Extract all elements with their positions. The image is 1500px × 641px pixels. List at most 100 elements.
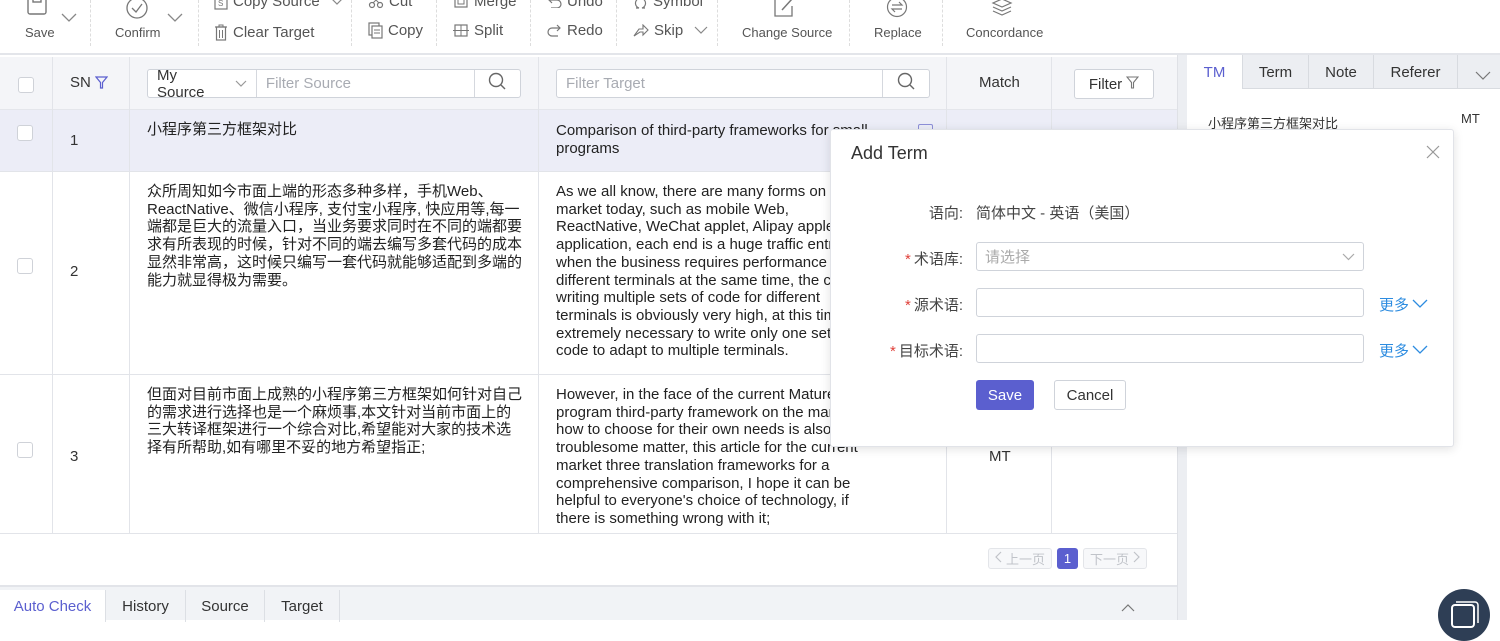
tab-auto-check[interactable]: Auto Check: [0, 590, 106, 622]
redo-icon: [547, 24, 562, 38]
source-text[interactable]: 小程序第三方框架对比: [147, 121, 522, 139]
skip-arrow-icon: [633, 23, 649, 38]
symbol-button[interactable]: Symbol: [633, 0, 703, 10]
split-button[interactable]: Split: [453, 22, 503, 39]
expand-panel-chevron-icon[interactable]: [1121, 599, 1135, 617]
copy-button[interactable]: Copy: [368, 22, 423, 39]
more-label: 更多: [1379, 297, 1410, 314]
dialog-cancel-button[interactable]: Cancel: [1054, 380, 1126, 410]
source-term-more-link[interactable]: 更多: [1379, 294, 1428, 315]
save-label: Save: [25, 25, 55, 40]
save-icon: [26, 0, 48, 16]
clear-target-button[interactable]: Clear Target: [214, 24, 314, 41]
skip-chevron-icon[interactable]: [694, 22, 708, 39]
toolbar-divider: [717, 0, 718, 46]
source-type-label: My Source: [157, 66, 205, 101]
more-tabs-chevron-icon[interactable]: [1475, 68, 1491, 86]
source-term-label: 源术语:: [913, 297, 963, 314]
change-source-button[interactable]: Change Source: [742, 0, 832, 46]
source-text[interactable]: 但面对目前市面上成熟的小程序第三方框架如何针对自己的需求进行选择也是一个麻烦事,…: [147, 386, 522, 457]
trash-icon: [214, 24, 228, 41]
select-all-checkbox[interactable]: [18, 77, 34, 93]
row-sn: 2: [70, 263, 79, 280]
toolbar: Save Confirm S Copy Source Clear Target …: [0, 0, 1500, 55]
concordance-label: Concordance: [966, 25, 1044, 40]
search-icon: [488, 72, 506, 95]
more-label: 更多: [1379, 343, 1410, 360]
termbase-placeholder: 请选择: [985, 249, 1031, 266]
tab-term[interactable]: Term: [1243, 55, 1309, 89]
filter-target-input[interactable]: [557, 70, 882, 97]
target-term-input[interactable]: [976, 334, 1364, 363]
target-text[interactable]: Comparison of third-party frameworks for…: [556, 122, 876, 157]
chevron-down-icon: [1412, 296, 1428, 313]
undo-button[interactable]: Undo: [547, 0, 603, 10]
save-dropdown-chevron-icon[interactable]: [61, 10, 77, 28]
required-asterisk: *: [904, 251, 911, 268]
tab-target[interactable]: Target: [265, 590, 340, 622]
copy-source-button[interactable]: S Copy Source: [214, 0, 343, 10]
chevron-down-icon: [1342, 248, 1355, 265]
tab-label: Target: [281, 597, 323, 615]
symbol-label: Symbol: [653, 0, 704, 10]
row-checkbox[interactable]: [17, 125, 33, 141]
tab-history[interactable]: History: [106, 590, 186, 622]
floating-action-button[interactable]: [1438, 589, 1490, 641]
page-number-current[interactable]: 1: [1057, 548, 1079, 569]
redo-label: Redo: [567, 22, 603, 39]
prev-page-button[interactable]: 上一页: [988, 548, 1053, 569]
source-term-input[interactable]: [976, 288, 1364, 317]
tab-note[interactable]: Note: [1309, 55, 1374, 89]
target-term-label: 目标术语:: [898, 343, 963, 360]
sn-filter-icon[interactable]: [94, 76, 109, 94]
save-button[interactable]: Save: [18, 0, 60, 46]
tab-tm[interactable]: TM: [1187, 55, 1243, 89]
target-search-button[interactable]: [882, 70, 929, 97]
toolbar-divider: [351, 0, 352, 46]
target-text[interactable]: However, in the face of the current Matu…: [556, 386, 876, 528]
target-term-more-link[interactable]: 更多: [1379, 340, 1428, 361]
confirm-button[interactable]: Confirm: [113, 0, 163, 46]
next-page-button[interactable]: 下一页: [1083, 548, 1148, 569]
source-search-button[interactable]: [473, 70, 520, 97]
toolbar-divider: [90, 0, 91, 46]
pagination: 上一页 1 下一页: [988, 548, 1148, 570]
tab-label: History: [122, 597, 169, 615]
replace-button[interactable]: Replace: [873, 0, 922, 46]
row-sn: 3: [70, 448, 79, 465]
target-text[interactable]: As we all know, there are many forms on …: [556, 183, 876, 360]
tab-label: Term: [1258, 63, 1293, 81]
row-checkbox[interactable]: [17, 442, 33, 458]
source-type-select[interactable]: My Source: [148, 67, 257, 101]
tab-referer[interactable]: Referer: [1374, 55, 1458, 89]
filter-button[interactable]: Filter: [1074, 69, 1154, 99]
row-checkbox[interactable]: [17, 258, 33, 274]
omega-icon: [633, 0, 648, 9]
sn-header: SN: [70, 74, 91, 91]
skip-button[interactable]: Skip: [633, 22, 708, 39]
edit-icon: [773, 0, 795, 18]
copy-source-icon: S: [214, 0, 228, 10]
termbase-select[interactable]: 请选择: [976, 242, 1364, 271]
confirm-dropdown-chevron-icon[interactable]: [167, 10, 183, 28]
match-header: Match: [979, 74, 1020, 91]
redo-button[interactable]: Redo: [547, 22, 603, 39]
svg-text:S: S: [218, 0, 223, 8]
tab-label: Source: [201, 597, 249, 615]
row-divider: [0, 533, 1177, 534]
split-icon: [453, 23, 469, 38]
merge-button[interactable]: Merge: [453, 0, 517, 10]
copy-source-chevron-icon[interactable]: [331, 0, 343, 10]
filter-source-input[interactable]: [256, 70, 474, 97]
confirm-label: Confirm: [115, 25, 161, 40]
add-term-dialog: Add Term 语向: 简体中文 - 英语（美国） * 术语库: 请选择 * 源术…: [830, 129, 1454, 447]
column-divider: [129, 57, 130, 533]
close-icon[interactable]: [1425, 144, 1441, 160]
source-text[interactable]: 众所周知如今市面上端的形态多种多样，手机Web、ReactNative、微信小程…: [147, 183, 522, 289]
tab-source[interactable]: Source: [186, 590, 265, 622]
column-divider: [52, 57, 53, 533]
windows-icon: [1448, 599, 1480, 636]
dialog-save-button[interactable]: Save: [976, 380, 1034, 410]
concordance-button[interactable]: Concordance: [966, 0, 1044, 46]
cut-button[interactable]: Cut: [368, 0, 412, 10]
